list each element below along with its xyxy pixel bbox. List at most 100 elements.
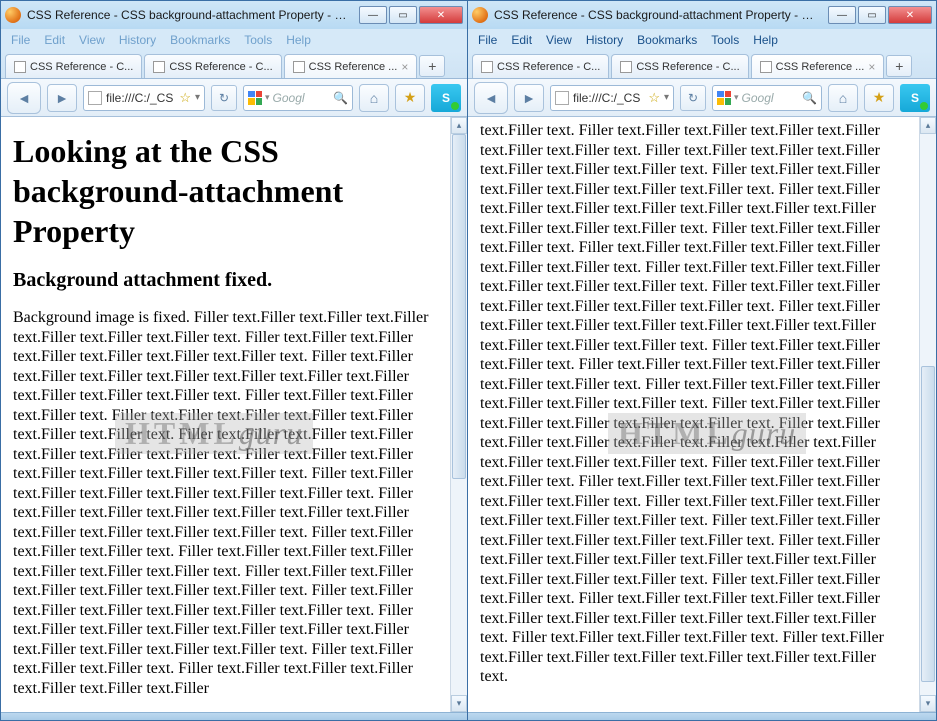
- url-text: file:///C:/_CS: [106, 91, 175, 105]
- url-box[interactable]: file:///C:/_CS ☆ ▾: [83, 85, 205, 111]
- firefox-icon: [5, 7, 21, 23]
- body-text: Background image is fixed. Filler text.F…: [13, 308, 438, 698]
- search-dropdown-icon[interactable]: ▾: [734, 92, 739, 103]
- bookmark-star-icon[interactable]: ☆: [179, 90, 191, 106]
- scroll-down-button[interactable]: ▾: [920, 695, 936, 712]
- search-icon[interactable]: 🔍: [802, 91, 817, 105]
- scroll-up-button[interactable]: ▴: [451, 117, 467, 134]
- search-placeholder: Googl: [273, 91, 331, 105]
- tab[interactable]: CSS Reference - C...: [5, 54, 142, 78]
- scroll-thumb[interactable]: [452, 134, 466, 479]
- page-heading: Looking at the CSS background-attachment…: [13, 131, 438, 251]
- menu-history[interactable]: History: [113, 31, 162, 49]
- minimize-button[interactable]: —: [828, 6, 856, 24]
- tab-label: CSS Reference - C...: [30, 61, 133, 73]
- scroll-down-button[interactable]: ▾: [451, 695, 467, 712]
- new-tab-button[interactable]: +: [886, 55, 912, 77]
- search-box[interactable]: ▾ Googl 🔍: [712, 85, 822, 111]
- firefox-icon: [472, 7, 488, 23]
- search-dropdown-icon[interactable]: ▾: [265, 92, 270, 103]
- tab-label: CSS Reference - C...: [636, 61, 739, 73]
- scroll-thumb[interactable]: [921, 366, 935, 682]
- bookmarks-button[interactable]: ★: [864, 84, 894, 112]
- skype-button[interactable]: S: [431, 84, 461, 112]
- tab[interactable]: CSS Reference - C...: [144, 54, 281, 78]
- taskbar-strip: [468, 712, 936, 720]
- menubar: File Edit View History Bookmarks Tools H…: [468, 29, 936, 51]
- menubar: File Edit View History Bookmarks Tools H…: [1, 29, 467, 51]
- page-content: text.Filler text. Filler text.Filler tex…: [468, 117, 919, 712]
- page-icon: [760, 61, 772, 73]
- tabstrip: CSS Reference - C... CSS Reference - C..…: [468, 51, 936, 79]
- menu-bookmarks[interactable]: Bookmarks: [164, 31, 236, 49]
- tab-label: CSS Reference - C...: [169, 61, 272, 73]
- search-placeholder: Googl: [742, 91, 800, 105]
- scroll-up-button[interactable]: ▴: [920, 117, 936, 134]
- tab-label: CSS Reference ...: [776, 61, 865, 73]
- tab-active[interactable]: CSS Reference ...×: [751, 54, 885, 78]
- tab[interactable]: CSS Reference - C...: [472, 54, 609, 78]
- window-title: CSS Reference - CSS background-attachmen…: [494, 8, 822, 22]
- menu-help[interactable]: Help: [280, 31, 317, 49]
- scroll-track[interactable]: [920, 134, 936, 695]
- window-title: CSS Reference - CSS background-attachmen…: [27, 8, 353, 22]
- menu-help[interactable]: Help: [747, 31, 784, 49]
- url-dropdown-icon[interactable]: ▾: [195, 92, 200, 103]
- menu-edit[interactable]: Edit: [505, 31, 538, 49]
- close-button[interactable]: ✕: [888, 6, 932, 24]
- tabstrip: CSS Reference - C... CSS Reference - C..…: [1, 51, 467, 79]
- page-icon: [481, 61, 493, 73]
- scroll-track[interactable]: [451, 134, 467, 695]
- toolbar: ◄ ► file:///C:/_CS ☆ ▾ ↻ ▾ Googl 🔍 ⌂ ★ S: [1, 79, 467, 117]
- toolbar: ◄ ► file:///C:/_CS ☆ ▾ ↻ ▾ Googl 🔍 ⌂ ★ S: [468, 79, 936, 117]
- browser-window-right: CSS Reference - CSS background-attachmen…: [468, 0, 937, 721]
- titlebar[interactable]: CSS Reference - CSS background-attachmen…: [1, 1, 467, 29]
- page-icon: [14, 61, 26, 73]
- menu-edit[interactable]: Edit: [38, 31, 71, 49]
- skype-button[interactable]: S: [900, 84, 930, 112]
- maximize-button[interactable]: ▭: [858, 6, 886, 24]
- page-icon: [620, 61, 632, 73]
- menu-tools[interactable]: Tools: [705, 31, 745, 49]
- back-button[interactable]: ◄: [7, 82, 41, 114]
- tab-label: CSS Reference ...: [309, 61, 398, 73]
- menu-bookmarks[interactable]: Bookmarks: [631, 31, 703, 49]
- close-tab-icon[interactable]: ×: [868, 60, 875, 74]
- forward-button[interactable]: ►: [514, 84, 544, 112]
- reload-button[interactable]: ↻: [680, 85, 706, 111]
- minimize-button[interactable]: —: [359, 6, 387, 24]
- close-button[interactable]: ✕: [419, 6, 463, 24]
- page-subheading: Background attachment fixed.: [13, 269, 438, 292]
- menu-file[interactable]: File: [5, 31, 36, 49]
- search-icon[interactable]: 🔍: [333, 91, 348, 105]
- bookmarks-button[interactable]: ★: [395, 84, 425, 112]
- bookmark-star-icon[interactable]: ☆: [648, 90, 660, 106]
- reload-button[interactable]: ↻: [211, 85, 237, 111]
- url-dropdown-icon[interactable]: ▾: [664, 92, 669, 103]
- search-box[interactable]: ▾ Googl 🔍: [243, 85, 353, 111]
- new-tab-button[interactable]: +: [419, 55, 445, 77]
- google-icon: [717, 91, 731, 105]
- home-button[interactable]: ⌂: [828, 84, 858, 112]
- scrollbar[interactable]: ▴ ▾: [919, 117, 936, 712]
- forward-button[interactable]: ►: [47, 84, 77, 112]
- browser-window-left: CSS Reference - CSS background-attachmen…: [0, 0, 468, 721]
- close-tab-icon[interactable]: ×: [401, 60, 408, 74]
- titlebar[interactable]: CSS Reference - CSS background-attachmen…: [468, 1, 936, 29]
- back-button[interactable]: ◄: [474, 82, 508, 114]
- menu-tools[interactable]: Tools: [238, 31, 278, 49]
- page-icon: [153, 61, 165, 73]
- page-icon: [88, 91, 102, 105]
- menu-file[interactable]: File: [472, 31, 503, 49]
- maximize-button[interactable]: ▭: [389, 6, 417, 24]
- tab-active[interactable]: CSS Reference ...×: [284, 54, 418, 78]
- taskbar-strip: [1, 712, 467, 720]
- home-button[interactable]: ⌂: [359, 84, 389, 112]
- menu-view[interactable]: View: [73, 31, 111, 49]
- menu-view[interactable]: View: [540, 31, 578, 49]
- scrollbar[interactable]: ▴ ▾: [450, 117, 467, 712]
- tab-label: CSS Reference - C...: [497, 61, 600, 73]
- url-box[interactable]: file:///C:/_CS ☆ ▾: [550, 85, 674, 111]
- tab[interactable]: CSS Reference - C...: [611, 54, 748, 78]
- menu-history[interactable]: History: [580, 31, 629, 49]
